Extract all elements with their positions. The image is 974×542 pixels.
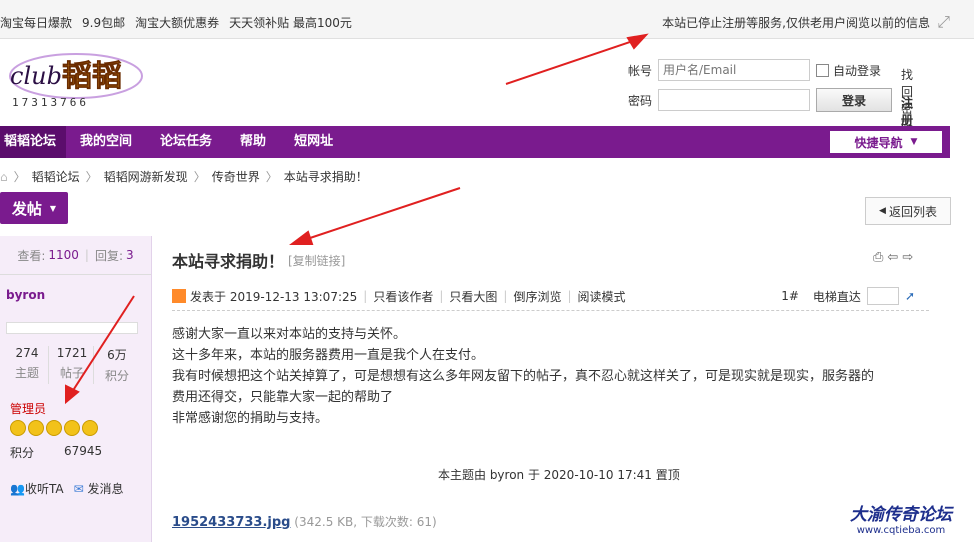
annotation-arrows (65, 33, 649, 405)
arrow-to-role (65, 295, 135, 405)
arrow-to-title (289, 187, 461, 245)
arrow-to-notice (505, 33, 649, 85)
